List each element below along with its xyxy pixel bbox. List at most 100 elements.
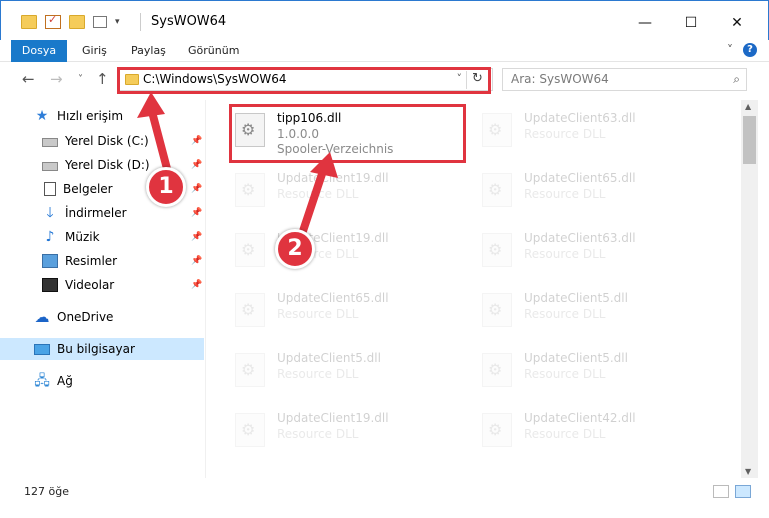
file-name: UpdateClient65.dll (277, 291, 389, 305)
tab-giris[interactable]: Giriş (82, 40, 107, 62)
documents-icon (44, 182, 56, 196)
dll-file-icon (482, 173, 512, 207)
status-bar: 127 öğe (0, 480, 769, 504)
sidebar-item-this-pc[interactable]: Bu bilgisayar (0, 338, 204, 360)
file-type: Resource DLL (277, 367, 359, 381)
recent-locations-button[interactable]: ˅ (78, 74, 83, 85)
tab-dosya[interactable]: Dosya (11, 40, 67, 62)
dll-file-icon (235, 413, 265, 447)
tab-paylas[interactable]: Paylaş (131, 40, 166, 62)
customize-icon[interactable] (93, 16, 107, 28)
scroll-up-icon[interactable]: ▲ (745, 102, 751, 111)
sidebar-item-quick-access[interactable]: ★ Hızlı erişim (0, 105, 204, 127)
network-icon: 🖧 (34, 373, 50, 389)
file-name: UpdateClient63.dll (524, 231, 636, 245)
file-tile[interactable]: UpdateClient42.dll Resource DLL (478, 405, 708, 459)
sidebar-item-label: İndirmeler (65, 206, 127, 220)
music-icon: ♪ (45, 229, 55, 245)
dll-file-icon (235, 353, 265, 387)
file-name: UpdateClient65.dll (524, 171, 636, 185)
title-divider (140, 13, 141, 31)
pin-icon[interactable]: 📌 (191, 136, 202, 146)
downloads-icon: 🡓 (46, 205, 54, 221)
scroll-down-icon[interactable]: ▼ (745, 467, 751, 476)
file-type: Resource DLL (524, 187, 606, 201)
file-name: UpdateClient5.dll (524, 291, 628, 305)
vertical-scrollbar[interactable]: ▲ ▼ (741, 100, 758, 478)
file-tile[interactable]: UpdateClient19.dll Resource DLL (231, 405, 461, 459)
file-name: UpdateClient19.dll (277, 411, 389, 425)
sidebar-item-label: Ağ (57, 374, 73, 388)
navigation-pane: ★ Hızlı erişim Yerel Disk (C:) 📌 Yerel D… (0, 100, 206, 478)
sidebar-item-label: Yerel Disk (C:) (65, 134, 149, 148)
search-box[interactable]: Ara: SysWOW64 ⌕ (502, 68, 747, 91)
file-name: UpdateClient5.dll (524, 351, 628, 365)
address-highlight-box (117, 67, 491, 94)
quick-access-toolbar: ▾ (21, 13, 120, 31)
pin-icon[interactable]: 📌 (191, 256, 202, 266)
sidebar-item-label: OneDrive (57, 310, 114, 324)
file-name: UpdateClient42.dll (524, 411, 636, 425)
pin-icon[interactable]: 📌 (191, 184, 202, 194)
file-type: Resource DLL (277, 427, 359, 441)
file-tile[interactable]: UpdateClient63.dll Resource DLL (478, 225, 708, 279)
file-tile[interactable]: UpdateClient5.dll Resource DLL (478, 285, 708, 339)
dll-file-icon (482, 353, 512, 387)
details-view-icon[interactable] (713, 485, 729, 498)
forward-button[interactable]: → (50, 70, 63, 88)
ribbon-tabs: Dosya Giriş Paylaş Görünüm ˅ ? (0, 40, 769, 62)
title-bar: ▾ SysWOW64 — ☐ ✕ (0, 0, 769, 40)
properties-icon[interactable] (45, 13, 61, 29)
scroll-thumb[interactable] (743, 116, 756, 164)
file-name: UpdateClient5.dll (277, 351, 381, 365)
file-tile[interactable]: UpdateClient5.dll Resource DLL (478, 345, 708, 399)
quick-access-dropdown-icon[interactable]: ▾ (115, 17, 120, 27)
dll-file-icon (482, 293, 512, 327)
sidebar-item-label: Müzik (65, 230, 100, 244)
pin-icon[interactable]: 📌 (191, 160, 202, 170)
close-button[interactable]: ✕ (714, 9, 760, 37)
sidebar-item-label: Videolar (65, 278, 115, 292)
back-button[interactable]: ← (22, 70, 35, 88)
maximize-button[interactable]: ☐ (668, 9, 714, 37)
sidebar-item-music[interactable]: ♪ Müzik 📌 (0, 226, 204, 248)
file-tile[interactable]: UpdateClient19.dll Resource DLL (231, 165, 461, 219)
pin-icon[interactable]: 📌 (191, 232, 202, 242)
tab-gorunum[interactable]: Görünüm (188, 40, 239, 62)
file-name: UpdateClient19.dll (277, 171, 389, 185)
file-tile[interactable]: UpdateClient65.dll Resource DLL (478, 165, 708, 219)
sidebar-item-label: Yerel Disk (D:) (65, 158, 150, 172)
sidebar-item-network[interactable]: 🖧 Ağ (0, 370, 204, 392)
drive-icon (42, 137, 58, 147)
sidebar-item-pictures[interactable]: Resimler 📌 (0, 250, 204, 272)
file-tile[interactable]: UpdateClient5.dll Resource DLL (231, 345, 461, 399)
sidebar-item-onedrive[interactable]: ☁ OneDrive (0, 306, 204, 328)
onedrive-icon: ☁ (34, 308, 50, 326)
sidebar-item-label: Hızlı erişim (57, 109, 124, 123)
file-type: Resource DLL (277, 307, 359, 321)
minimize-button[interactable]: — (622, 9, 668, 37)
file-type: Resource DLL (524, 247, 606, 261)
sidebar-item-label: Belgeler (63, 182, 113, 196)
dll-file-icon (482, 113, 512, 147)
sidebar-item-videos[interactable]: Videolar 📌 (0, 274, 204, 296)
up-button[interactable]: ↑ (96, 70, 109, 88)
file-tile[interactable]: UpdateClient19.dll Resource DLL (231, 225, 461, 279)
new-folder-icon[interactable] (69, 15, 85, 29)
pin-icon[interactable]: 📌 (191, 280, 202, 290)
help-icon[interactable]: ? (743, 43, 757, 57)
large-icons-view-icon[interactable] (735, 485, 751, 498)
sidebar-item-local-disk-c[interactable]: Yerel Disk (C:) 📌 (0, 130, 204, 152)
item-count: 127 öğe (24, 485, 69, 498)
window-title: SysWOW64 (151, 14, 227, 29)
folder-icon (21, 15, 37, 29)
dll-file-icon (235, 173, 265, 207)
search-input[interactable]: Ara: SysWOW64 (511, 72, 609, 86)
file-tile[interactable]: UpdateClient65.dll Resource DLL (231, 285, 461, 339)
expand-ribbon-icon[interactable]: ˅ (727, 43, 733, 57)
this-pc-icon (34, 343, 50, 355)
file-type: Resource DLL (524, 367, 606, 381)
file-type: Resource DLL (524, 127, 606, 141)
pin-icon[interactable]: 📌 (191, 208, 202, 218)
file-tile[interactable]: UpdateClient63.dll Resource DLL (478, 105, 708, 159)
